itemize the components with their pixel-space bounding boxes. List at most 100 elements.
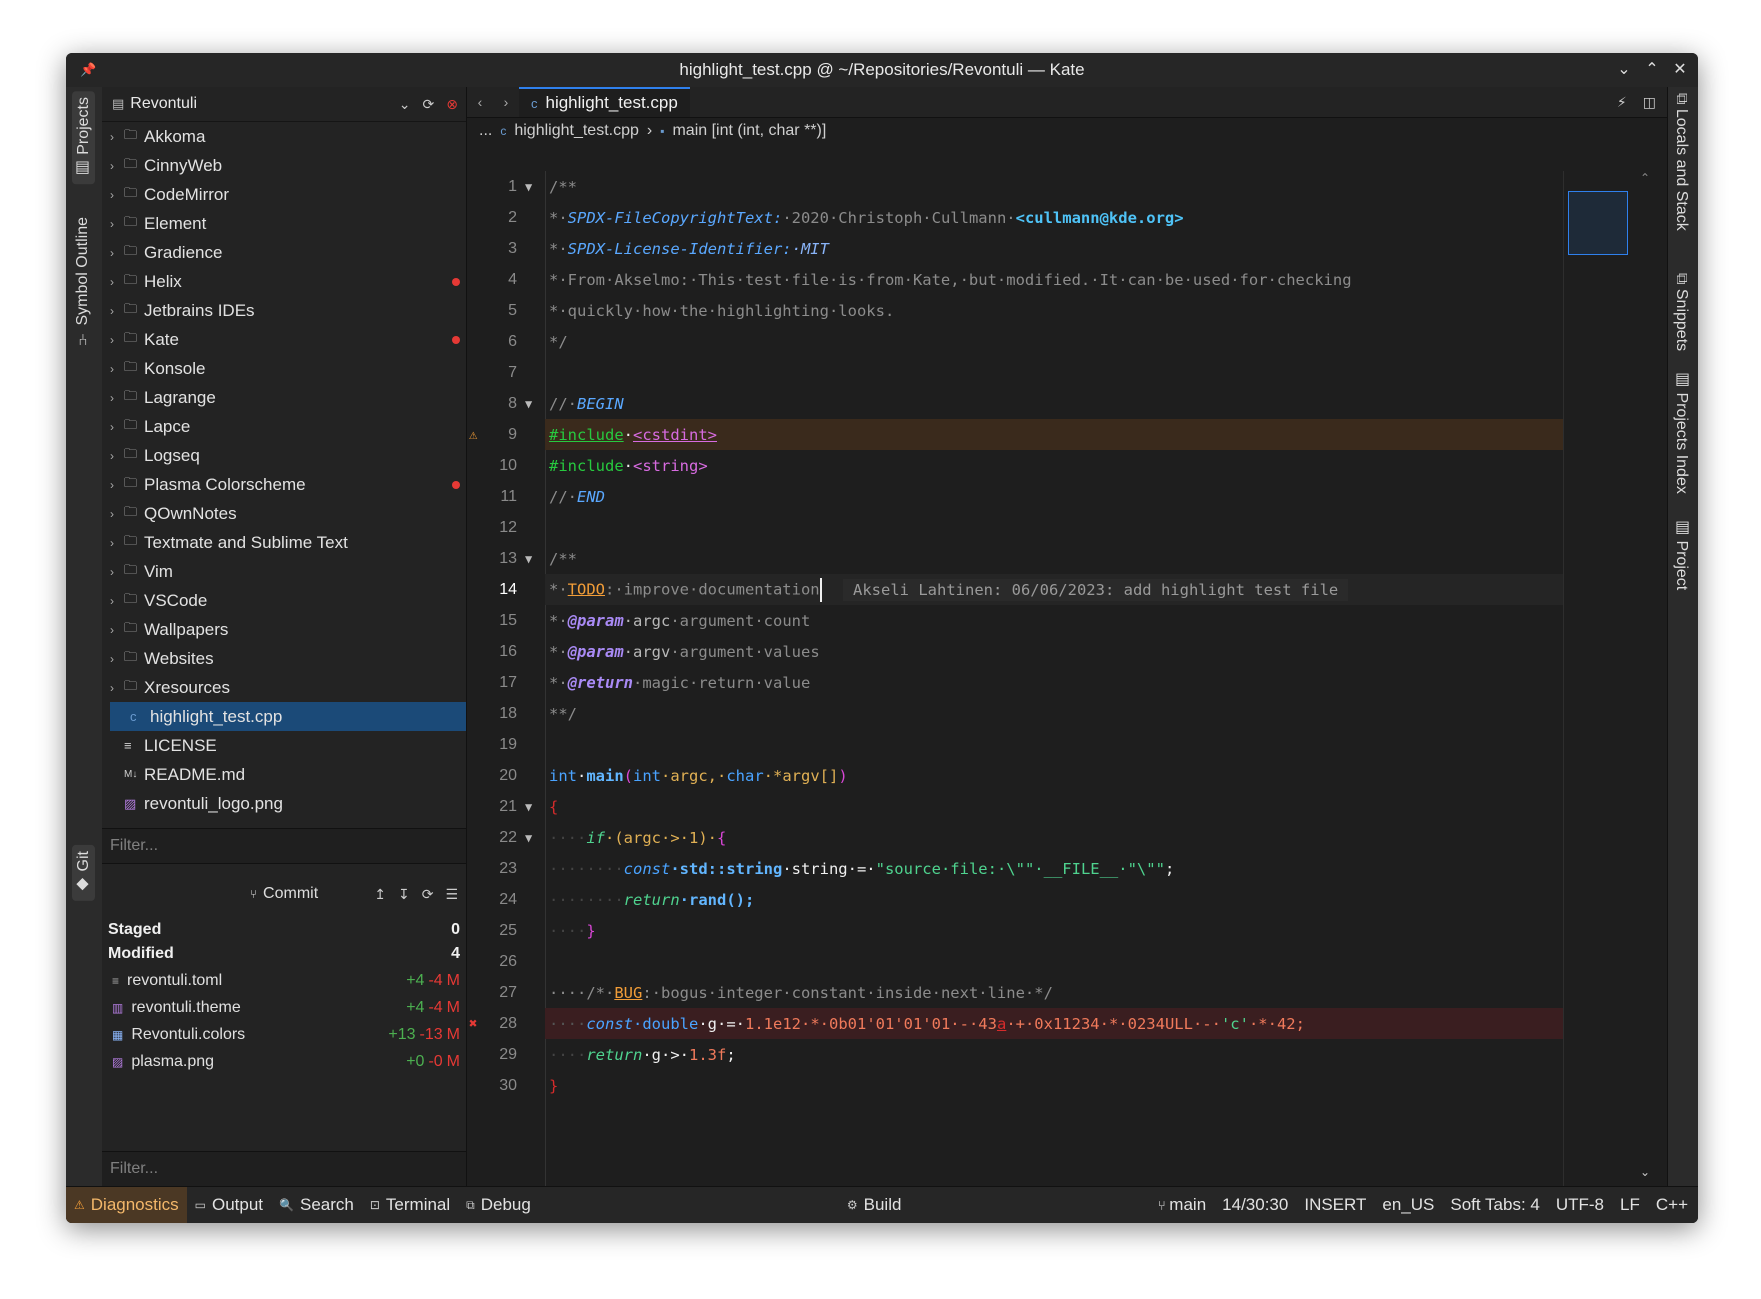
end-of-line[interactable]: LF [1620,1195,1640,1215]
project-name[interactable]: Revontuli [130,95,197,113]
tab-highlight-test[interactable]: c highlight_test.cpp [519,87,690,117]
folder-item[interactable]: › 🗀 Jetbrains IDEs [102,296,466,325]
modified-header[interactable]: Modified 4 [102,940,466,967]
folder-item[interactable]: › 🗀 Logseq [102,441,466,470]
folder-item[interactable]: › 🗀 Vim [102,557,466,586]
code-line[interactable]: 4 *·From·Akselmo:·This·test·file·is·from·… [467,264,1564,295]
git-side-tab[interactable]: ◆ Git [72,845,95,901]
code-line-warning[interactable]: ⚠ 9 #include·<cstdint> [467,419,1564,450]
projects-side-tab[interactable]: ▤ Projects [72,91,95,185]
minimap-viewport[interactable] [1568,191,1628,255]
code-line[interactable]: 13 ▼/** [467,543,1564,574]
code-line[interactable]: 26 [467,946,1564,977]
project-tab[interactable]: ▤ Project [1672,517,1691,590]
folder-item[interactable]: › 🗀 Websites [102,644,466,673]
staged-header[interactable]: Staged 0 [102,916,466,943]
folder-item[interactable]: › 🗀 Element [102,209,466,238]
code-line[interactable]: 30} [467,1070,1564,1101]
code-line[interactable]: 2 *·SPDX-FileCopyrightText:·2020·Christop… [467,202,1564,233]
project-dropdown-icon[interactable]: ⌄ [399,96,411,113]
syntax-mode[interactable]: C++ [1656,1195,1688,1215]
pull-icon[interactable]: ↧ [398,886,410,903]
folder-item[interactable]: › 🗀 Lapce [102,412,466,441]
code-line[interactable]: 10 #include·<string> [467,450,1564,481]
cursor-position[interactable]: 14/30:30 [1222,1195,1288,1215]
breadcrumb-more[interactable]: ... [479,122,492,140]
menu-icon[interactable]: ☰ [445,886,458,903]
code-line[interactable]: 12 [467,512,1564,543]
folder-item[interactable]: › 🗀 QOwnNotes [102,499,466,528]
split-view-icon[interactable]: ◫ [1643,94,1656,111]
breadcrumb-symbol[interactable]: main [int (int, char **)] [672,122,826,140]
warning-icon[interactable]: ⚠ [469,427,477,443]
minimize-button[interactable]: ⌄ [1616,59,1632,79]
dictionary-language[interactable]: en_US [1382,1195,1434,1215]
scrollbar[interactable]: ⌃ ⌄ [1628,171,1664,1187]
indentation-settings[interactable]: Soft Tabs: 4 [1450,1195,1539,1215]
folder-item[interactable]: › 🗀 Textmate and Sublime Text [102,528,466,557]
folder-item[interactable]: › 🗀 Akkoma [102,122,466,151]
fold-arrow-icon[interactable]: ▼ [525,800,532,814]
fold-arrow-icon[interactable]: ▼ [525,180,532,194]
error-icon[interactable]: ✖ [469,1016,477,1032]
code-line[interactable]: 6 */ [467,326,1564,357]
file-item[interactable]: ≡ LICENSE [102,731,466,760]
git-file-row[interactable]: ▨ plasma.png +0 -0 M [102,1048,466,1075]
code-line[interactable]: 27 ····/*·BUG:·bogus·integer·constant·ins… [467,977,1564,1008]
git-file-row[interactable]: ▦ Revontuli.colors +13 -13 M [102,1021,466,1048]
folder-item[interactable]: › 🗀 Kate [102,325,466,354]
close-project-icon[interactable]: ⊗ [446,96,458,113]
git-file-row[interactable]: ≡ revontuli.toml +4 -4 M [102,967,466,994]
output-tab[interactable]: ▭ Output [187,1187,271,1223]
folder-item[interactable]: › 🗀 Konsole [102,354,466,383]
code-line[interactable]: 29 ····return·g·>·1.3f; [467,1039,1564,1070]
fold-arrow-icon[interactable]: ▼ [525,552,532,566]
folder-item[interactable]: › 🗀 CodeMirror [102,180,466,209]
code-line[interactable]: 15 *·@param·argc·argument·count [467,605,1564,636]
branch-indicator[interactable]: ⑂ main [1158,1195,1206,1215]
fold-arrow-icon[interactable]: ▼ [525,397,532,411]
debug-tab[interactable]: ⧉ Debug [458,1187,539,1223]
code-line[interactable]: 16 *·@param·argv·argument·values [467,636,1564,667]
code-view[interactable]: 1 ▼/** 2 *·SPDX-FileCopyrightText:·2020·Ch… [467,171,1564,1187]
file-item-selected[interactable]: c highlight_test.cpp [110,702,466,731]
code-line[interactable]: 3 *·SPDX-License-Identifier:·MIT [467,233,1564,264]
push-icon[interactable]: ↥ [374,886,386,903]
reload-icon[interactable]: ⟳ [423,96,435,113]
locals-and-stack-tab[interactable]: ⧉ Locals and Stack [1672,93,1690,231]
project-filter-input[interactable]: Filter... [102,828,466,864]
code-line[interactable]: 19 [467,729,1564,760]
forward-icon[interactable]: › [493,87,519,117]
file-item[interactable]: ▨ revontuli_logo.png [102,789,466,818]
back-icon[interactable]: ‹ [467,87,493,117]
breadcrumb-file[interactable]: highlight_test.cpp [514,122,639,140]
code-line[interactable]: 18 **/ [467,698,1564,729]
minimap[interactable]: ⌃ ⌄ [1563,171,1668,1187]
code-line[interactable]: 17 *·@return·magic·return·value [467,667,1564,698]
folder-item[interactable]: › 🗀 Wallpapers [102,615,466,644]
code-line[interactable]: 23 ········const·std::string·string·=·"so… [467,853,1564,884]
git-filter-input[interactable]: Filter... [102,1151,466,1187]
scroll-up-icon[interactable]: ⌃ [1640,171,1650,185]
commit-button[interactable]: Commit [263,885,318,903]
folder-item[interactable]: › 🗀 Gradience [102,238,466,267]
folder-item[interactable]: › 🗀 CinnyWeb [102,151,466,180]
folder-item[interactable]: › 🗀 VSCode [102,586,466,615]
terminal-tab[interactable]: ⊡ Terminal [362,1187,458,1223]
code-line[interactable]: 8 ▼//·BEGIN [467,388,1564,419]
projects-index-tab[interactable]: ▤ Projects Index [1672,369,1691,494]
folder-item[interactable]: › 🗀 Xresources [102,673,466,702]
search-tab[interactable]: 🔍 Search [271,1187,362,1223]
code-line[interactable]: 20 int·main(int·argc,·char·*argv[]) [467,760,1564,791]
maximize-button[interactable]: ⌃ [1644,59,1660,79]
folder-item[interactable]: › 🗀 Helix [102,267,466,296]
input-mode[interactable]: INSERT [1304,1195,1366,1215]
build-tab[interactable]: ⚙ Build [839,1187,910,1223]
code-line[interactable]: 24 ········return·rand(); [467,884,1564,915]
code-line-error[interactable]: ✖ 28 ····const·double·g·=·1.1e12·*·0b01'01… [467,1008,1564,1039]
fold-arrow-icon[interactable]: ▼ [525,831,532,845]
symbol-outline-side-tab[interactable]: ⑂ Symbol Outline [72,211,94,352]
scroll-down-icon[interactable]: ⌄ [1640,1165,1650,1179]
pin-icon[interactable]: 📌 [80,62,96,78]
code-line[interactable]: 1 ▼/** [467,171,1564,202]
